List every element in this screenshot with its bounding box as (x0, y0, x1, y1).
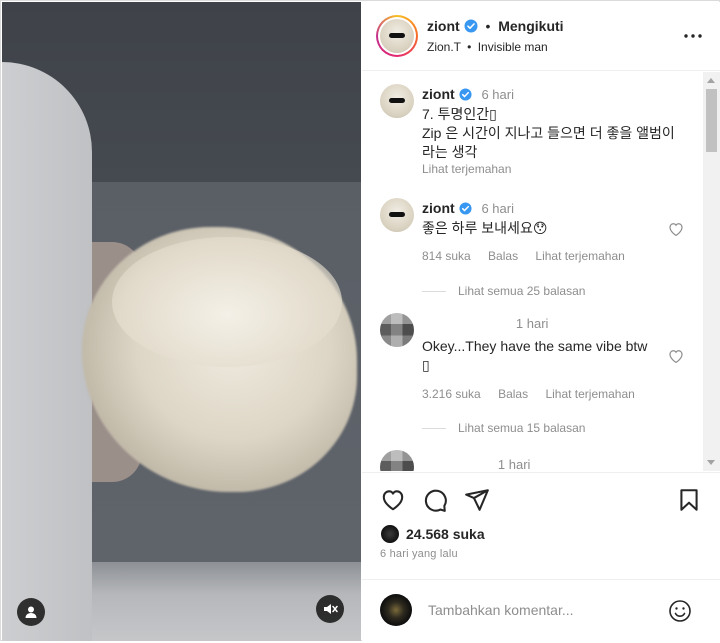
view-replies-button[interactable]: Lihat semua 25 balasan (422, 284, 585, 298)
verified-badge-icon (459, 202, 472, 215)
comment-username[interactable]: ziont (422, 200, 455, 216)
save-button[interactable] (676, 487, 702, 513)
liker-avatar (380, 524, 400, 544)
audio-artist[interactable]: Zion.T (427, 40, 461, 54)
comment-text: 좋은 하루 보내세요😯 (422, 220, 548, 236)
see-translation-link[interactable]: Lihat terjemahan (422, 162, 511, 176)
emoji-button[interactable] (668, 599, 692, 623)
reply-button[interactable]: Balas (488, 249, 518, 263)
comments-list[interactable]: ziont 6 hari 7. 투명인간▯ Zip 은 시간이 지나고 들으면 … (362, 72, 720, 471)
avatar[interactable] (380, 313, 414, 347)
comment-time[interactable]: 1 hari (516, 316, 549, 331)
verified-badge-icon (459, 88, 472, 101)
story-avatar[interactable] (376, 15, 418, 57)
author-username[interactable]: ziont (427, 18, 460, 34)
comment-button[interactable] (422, 487, 448, 513)
current-user-avatar (380, 594, 412, 626)
share-button[interactable] (464, 487, 490, 513)
add-comment-bar: Tambahkan komentar... (362, 579, 720, 643)
like-button[interactable] (380, 487, 406, 513)
comment-time[interactable]: 6 hari (481, 201, 514, 216)
audio-info[interactable]: Zion.T • Invisible man (427, 40, 548, 54)
see-translation-link[interactable]: Lihat terjemahan (545, 387, 634, 401)
comment-username[interactable]: ziont (422, 86, 455, 102)
scroll-up-arrow[interactable] (707, 78, 715, 83)
comment-text: 7. 투명인간▯ Zip 은 시간이 지나고 들으면 더 좋을 앨범이라는 생각 (422, 106, 675, 160)
comment-time[interactable]: 6 hari (481, 87, 514, 102)
view-replies-button[interactable]: Lihat semua 15 balasan (422, 421, 585, 435)
scroll-thumb[interactable] (706, 89, 717, 152)
comment-likes[interactable]: 814 suka (422, 249, 471, 263)
comment-text: Okey...They have the same vibe btw ▯ (422, 338, 648, 373)
like-count[interactable]: 24.568 suka (380, 524, 485, 544)
avatar[interactable] (380, 84, 414, 118)
more-options-button[interactable] (680, 28, 706, 44)
comments-scrollbar[interactable] (703, 72, 720, 471)
mute-icon (324, 604, 338, 614)
post-side-panel: ziont • Mengikuti Zion.T • Invisible man (362, 2, 720, 641)
mute-button[interactable] (316, 595, 344, 623)
comment-input[interactable]: Tambahkan komentar... (428, 602, 574, 618)
scroll-down-arrow[interactable] (707, 460, 715, 465)
comment-time[interactable]: 1 hari (498, 457, 531, 471)
post-header: ziont • Mengikuti Zion.T • Invisible man (362, 2, 720, 71)
post-actions: 24.568 suka 6 hari yang lalu Tambahkan k… (362, 472, 720, 642)
user-icon (25, 606, 37, 618)
comment-likes[interactable]: 3.216 suka (422, 387, 481, 401)
following-button[interactable]: Mengikuti (498, 18, 563, 34)
comment-like-button[interactable] (667, 347, 685, 365)
audio-title[interactable]: Invisible man (478, 40, 548, 54)
separator-dot: • (485, 18, 491, 34)
comment-like-button[interactable] (667, 220, 685, 238)
tagged-users-button[interactable] (17, 598, 45, 626)
see-translation-link[interactable]: Lihat terjemahan (535, 249, 624, 263)
reply-button[interactable]: Balas (498, 387, 528, 401)
post-video[interactable] (2, 2, 361, 641)
more-icon (684, 34, 702, 38)
avatar[interactable] (380, 198, 414, 232)
verified-badge-icon (464, 19, 478, 33)
avatar[interactable] (380, 450, 414, 471)
post-date[interactable]: 6 hari yang lalu (380, 548, 458, 560)
post-dialog: ziont • Mengikuti Zion.T • Invisible man (0, 0, 720, 641)
